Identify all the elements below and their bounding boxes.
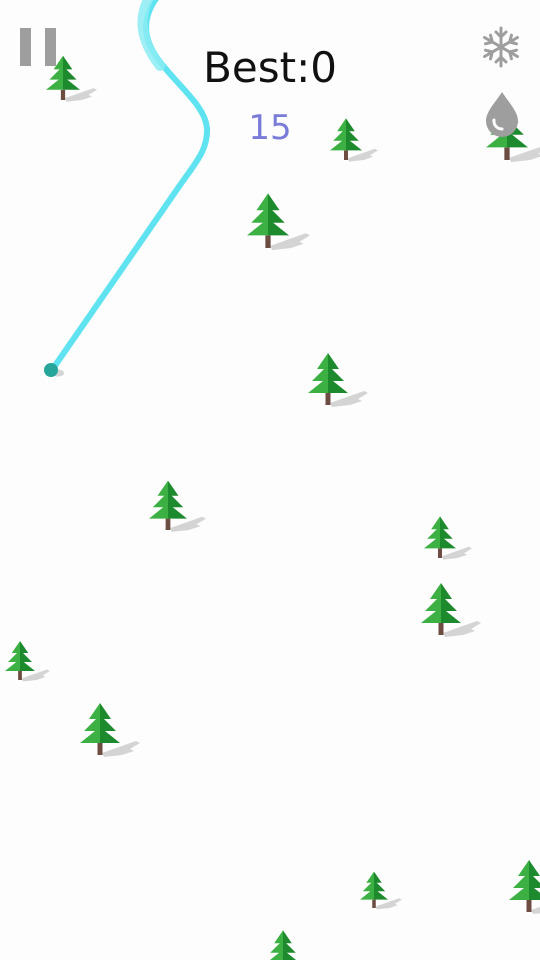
tree-trunk (372, 899, 376, 908)
tree-foliage (431, 516, 440, 530)
tree-trunk (18, 671, 22, 680)
pine-tree (360, 871, 402, 910)
current-score: 15 (248, 108, 292, 148)
tree-shadow (441, 546, 472, 560)
trees (5, 55, 540, 960)
tree-trunk (325, 393, 331, 405)
tree-trunk (438, 548, 442, 558)
pine-tree (5, 641, 50, 682)
tree-trunk (526, 900, 532, 912)
tree-foliage (168, 480, 179, 496)
tree-trunk (344, 150, 348, 160)
tree-foliage (440, 516, 449, 530)
pine-tree (421, 583, 481, 637)
tree-foliage (268, 193, 280, 211)
tree-foliage (20, 641, 29, 653)
pine-tree (424, 516, 472, 560)
tree-trunk (438, 623, 444, 635)
tree-foliage (430, 583, 441, 599)
tree-foliage (100, 703, 111, 719)
pine-tree (149, 480, 206, 532)
skier-ball-dot (44, 363, 58, 377)
tree-foliage (283, 930, 292, 944)
best-score-label: Best:0 (203, 43, 337, 92)
tree-foliage (441, 583, 452, 599)
tree-foliage (11, 641, 20, 653)
tree-foliage (89, 703, 100, 719)
water-drop-button[interactable] (482, 88, 522, 138)
tree-trunk (265, 235, 271, 248)
tree-foliage (328, 353, 339, 369)
tree-shadow (21, 669, 50, 682)
tree-shadow (169, 516, 206, 532)
tree-shadow (531, 906, 540, 914)
tree-foliage (529, 860, 540, 876)
skier-ball (44, 363, 64, 377)
pine-tree (509, 860, 540, 914)
tree-shadow (443, 621, 481, 637)
pine-tree (247, 193, 310, 251)
pine-tree (269, 930, 297, 960)
tree-shadow (375, 898, 402, 910)
tree-shadow (330, 391, 368, 407)
pine-tree (308, 353, 368, 407)
tree-trunk (97, 743, 103, 755)
tree-foliage (374, 871, 382, 883)
game-screen[interactable]: Best:0 15 (0, 0, 540, 960)
snowflake-icon (483, 26, 519, 68)
tree-shadow (270, 233, 310, 251)
tree-foliage (366, 871, 374, 883)
tree-foliage (256, 193, 268, 211)
tree-shadow (102, 741, 140, 757)
tree-foliage (157, 480, 168, 496)
snowflake-button[interactable] (478, 24, 524, 70)
tree-foliage (317, 353, 328, 369)
tree-foliage (518, 860, 529, 876)
tree-shadow (347, 148, 378, 162)
tree-trunk (165, 518, 171, 530)
pine-tree (80, 703, 140, 757)
tree-foliage (274, 930, 283, 944)
water-drop-icon (486, 92, 518, 137)
